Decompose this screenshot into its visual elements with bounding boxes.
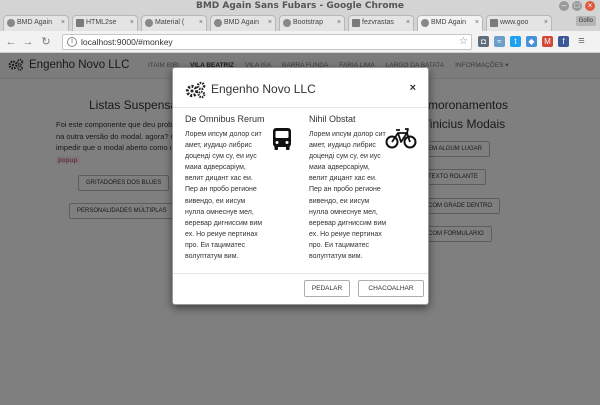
info-icon[interactable]: i (67, 37, 77, 47)
modal-column-left: De Omnibus Rerum Лорем ипсум долор сит а… (185, 113, 293, 262)
maximize-button[interactable]: □ (572, 1, 582, 11)
page-favicon-icon (490, 19, 498, 27)
tab-label: www.goo (500, 19, 529, 26)
window-titlebar: BMD Again Sans Fubars - Google Chrome – … (0, 0, 600, 13)
close-icon[interactable]: × (410, 82, 416, 94)
modal-column-right: Nihil Obstat Лорем ипсум долор сит амет,… (309, 113, 417, 262)
tab-close-icon[interactable]: × (199, 16, 203, 30)
tab-label: BMD Again (17, 19, 53, 26)
modal-header: Engenho Novo LLC × (173, 68, 428, 108)
address-bar[interactable]: i localhost:9000/#monkey ☆ (62, 34, 472, 50)
tab-label: BMD Again (431, 19, 467, 26)
modal-right-heading: Nihil Obstat (309, 114, 356, 124)
extension-facebook-icon[interactable]: f (558, 36, 569, 47)
browser-tab[interactable]: BMD Again × (210, 15, 276, 31)
chrome-menu-icon[interactable]: ≡ (576, 36, 587, 47)
browser-tab[interactable]: HTML2se × (72, 15, 138, 31)
browser-toolbar: ← → ↻ i localhost:9000/#monkey ☆ ◘ ≈ t ◆… (0, 31, 600, 53)
page-favicon-icon (352, 19, 360, 27)
window-controls: – □ × (559, 1, 595, 11)
browser-tab[interactable]: www.goo × (486, 15, 552, 31)
browser-tab[interactable]: Bootstrap × (279, 15, 345, 31)
forward-arrow-icon[interactable]: → (21, 35, 35, 49)
modal-footer: PEDALAR CHACOALHAR (173, 273, 428, 304)
bookmark-star-icon[interactable]: ☆ (459, 35, 468, 49)
pedalar-button[interactable]: PEDALAR (304, 280, 350, 297)
gear-favicon-icon (7, 19, 15, 27)
tab-close-icon[interactable]: × (544, 16, 548, 30)
tab-label: BMD Again (224, 19, 260, 26)
bicycle-icon (385, 128, 417, 149)
page-content: Engenho Novo LLC ITAIM BIBI VILA BEATRIZ… (0, 53, 600, 405)
bus-icon (273, 128, 291, 150)
modal-left-text: Лорем ипсум долор сит амет, иудицо либри… (185, 131, 263, 261)
extension-cube-icon[interactable]: ◆ (526, 36, 537, 47)
tab-close-icon[interactable]: × (406, 16, 410, 30)
extension-bird-icon[interactable]: ≈ (494, 36, 505, 47)
page-favicon-icon (76, 19, 84, 27)
browser-tab[interactable]: fezvrastas × (348, 15, 414, 31)
tab-close-icon[interactable]: × (61, 16, 65, 30)
browser-tab[interactable]: BMD Again × (3, 15, 69, 31)
gears-icon (185, 81, 206, 99)
minimize-button[interactable]: – (559, 1, 569, 11)
tab-strip: BMD Again × HTML2se × Material ( × BMD A… (0, 13, 600, 31)
tab-close-icon[interactable]: × (268, 16, 272, 30)
back-arrow-icon[interactable]: ← (4, 35, 18, 49)
gear-favicon-icon (283, 19, 291, 27)
window-title: BMD Again Sans Fubars - Google Chrome (195, 1, 405, 11)
gear-favicon-icon (145, 19, 153, 27)
gear-favicon-icon (214, 19, 222, 27)
browser-tab[interactable]: Material ( × (141, 15, 207, 31)
tab-label: fezvrastas (362, 19, 394, 26)
address-url[interactable]: localhost:9000/#monkey (81, 35, 173, 49)
chacoalhar-button[interactable]: CHACOALHAR (358, 280, 424, 297)
reload-icon[interactable]: ↻ (39, 35, 53, 49)
close-window-button[interactable]: × (585, 1, 595, 11)
browser-tab-active[interactable]: BMD Again × (417, 15, 483, 31)
tab-label: Material ( (155, 19, 185, 26)
tab-close-icon[interactable]: × (337, 16, 341, 30)
modal-right-text: Лорем ипсум долор сит амет, иудицо либри… (309, 131, 387, 261)
extension-camera-icon[interactable]: ◘ (478, 36, 489, 47)
tab-close-icon[interactable]: × (130, 16, 134, 30)
modal-dialog: Engenho Novo LLC × De Omnibus Rerum Лоре… (172, 67, 429, 305)
gear-favicon-icon (421, 19, 429, 27)
tab-label: Bootstrap (293, 19, 323, 26)
tab-label: HTML2se (86, 19, 117, 26)
modal-title: Engenho Novo LLC (211, 82, 316, 96)
extension-twitter-icon[interactable]: t (510, 36, 521, 47)
tab-close-icon[interactable]: × (475, 16, 479, 30)
modal-left-heading: De Omnibus Rerum (185, 114, 265, 124)
extension-m-icon[interactable]: M (542, 36, 553, 47)
profile-badge[interactable]: Gofio (575, 16, 596, 26)
